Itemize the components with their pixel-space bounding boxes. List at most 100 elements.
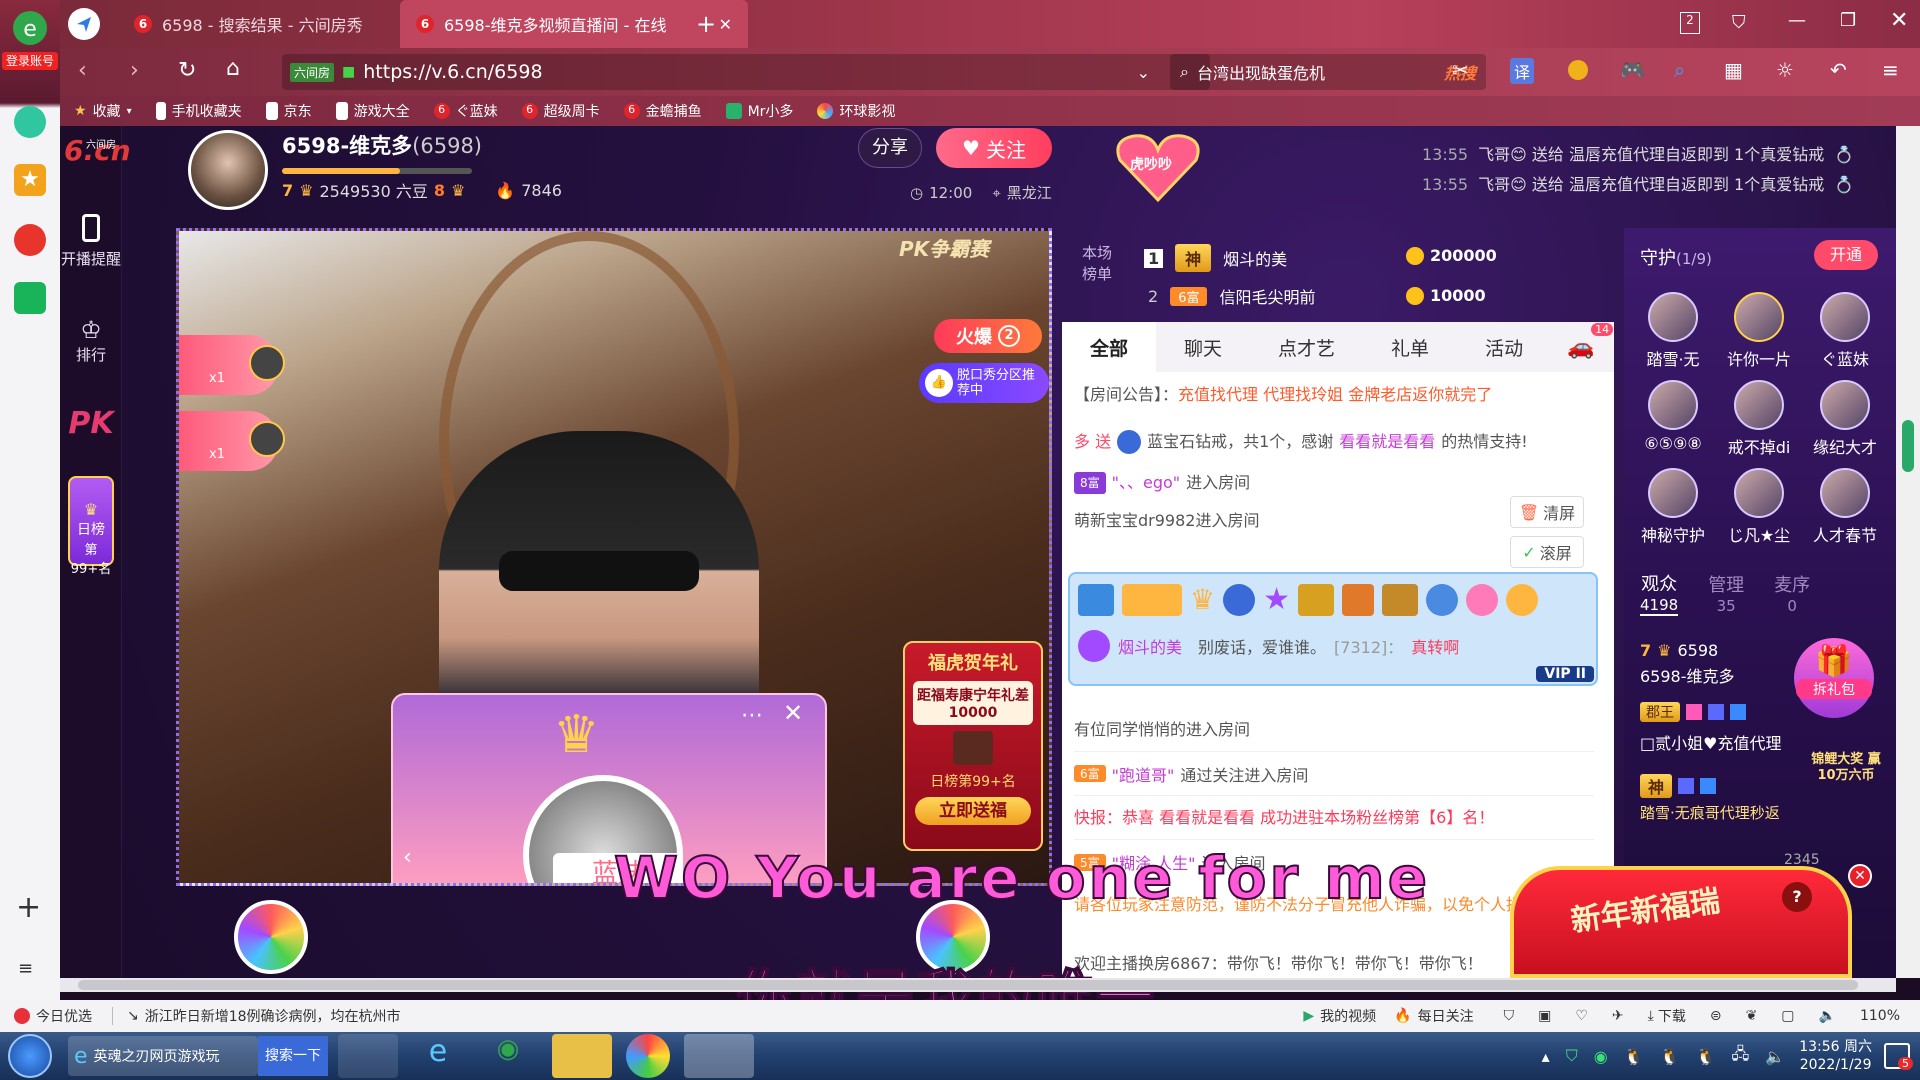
bookmark-mobile[interactable]: 手机收藏夹 [155, 101, 242, 121]
viewer-row[interactable]: 郡王 [1640, 702, 1746, 722]
search-button[interactable]: 搜索一下 [258, 1036, 328, 1076]
talk-show-badge[interactable]: 👍 脱口秀分区推荐中 [919, 363, 1049, 403]
volume-icon[interactable]: 🔈 [1765, 1047, 1785, 1066]
menu-icon[interactable]: ≡ [18, 958, 33, 979]
zoom-level[interactable]: 110% [1860, 1008, 1900, 1024]
news-ticker[interactable]: ↘ 浙江昨日新增18例确诊病例，均在杭州市 [127, 1006, 401, 1026]
close-window-icon[interactable]: ✕ [1890, 8, 1908, 33]
restore-icon[interactable]: ❐ [1840, 10, 1856, 31]
shield-icon[interactable]: ⛉ [1566, 1046, 1578, 1066]
url-field[interactable]: 六间房 ■ https://v.6.cn/6598 ⌄ [282, 54, 1210, 90]
tab-all[interactable]: 全部 [1062, 322, 1157, 372]
viewer-self[interactable]: 7 ♛ 6598 6598-维克多 [1640, 638, 1735, 690]
download-button[interactable]: ⤓ 下载 [1648, 1006, 1686, 1026]
gift-pack-button[interactable]: 🎁 拆礼包 [1794, 638, 1874, 718]
game-icon[interactable]: ⊜ [1710, 1008, 1722, 1024]
daily-rank-badge[interactable]: ♛ 日榜 第99+名 [68, 476, 114, 577]
more-icon[interactable]: ⋯ [741, 703, 763, 728]
taskbar-task[interactable]: e 英魂之刃网页游戏玩 [68, 1036, 258, 1076]
rank-row[interactable]: 1 神 烟斗的美 [1144, 244, 1287, 272]
ie-icon[interactable]: e [408, 1034, 468, 1078]
network-icon[interactable]: 🖧 [1731, 1043, 1749, 1070]
rank-row[interactable]: 2 6富 信阳毛尖明前 [1148, 284, 1315, 308]
home-icon[interactable]: ⌂ [226, 56, 240, 81]
scroll-thumb[interactable] [78, 980, 1858, 990]
auto-scroll-button[interactable]: ✓ 滚屏 [1510, 536, 1584, 568]
my-video-button[interactable]: ▶ 我的视频 [1303, 1006, 1376, 1026]
add-icon[interactable]: + [16, 890, 41, 925]
hot-badge[interactable]: 火爆 2 [934, 319, 1042, 353]
tab-admin[interactable]: 管理 35 [1708, 571, 1744, 615]
bookmark-games[interactable]: 游戏大全 [335, 101, 410, 121]
leaf-icon[interactable]: ❦ [1746, 1008, 1758, 1024]
start-button[interactable] [8, 1034, 52, 1078]
clear-screen-button[interactable]: 🗑 清屏 [1510, 496, 1584, 528]
app-icon[interactable] [684, 1034, 754, 1078]
horizontal-scrollbar[interactable] [60, 978, 1896, 992]
shirt-icon[interactable]: ⛉ [1732, 12, 1746, 33]
grid-icon[interactable]: ▦ [1724, 58, 1743, 82]
heart-icon[interactable]: ♡ [1575, 1008, 1588, 1024]
viewer-row[interactable]: 神 [1640, 774, 1717, 798]
qq-icon[interactable]: 🐧 [1660, 1047, 1680, 1066]
bookmark-mrxiaoduo[interactable]: Mr小多 [725, 101, 793, 121]
brightness-icon[interactable]: ☼ [1776, 58, 1794, 82]
share-button[interactable]: 分享 [858, 128, 922, 168]
rank-button[interactable]: ♔ 排行 [60, 316, 122, 365]
vertical-scrollbar[interactable] [1896, 126, 1920, 978]
fortune-banner[interactable]: 新年新福瑞 ? [1510, 866, 1852, 978]
live-remind-button[interactable]: 开播提醒 [60, 214, 122, 269]
qq-icon[interactable]: 🐧 [1696, 1047, 1716, 1066]
back-icon[interactable]: ‹ [78, 58, 87, 83]
k-app-icon[interactable] [338, 1034, 398, 1078]
mail-icon[interactable] [14, 282, 46, 314]
refresh-icon[interactable]: ↻ [178, 58, 196, 83]
guard-member[interactable]: 踏雪·无 [1630, 292, 1716, 380]
guard-member[interactable]: 许你一片 [1716, 292, 1802, 380]
close-icon[interactable]: ✕ [783, 699, 803, 727]
pk-button[interactable]: PK [60, 406, 122, 441]
app-icon-1[interactable] [14, 106, 46, 138]
image-icon[interactable]: ▣ [1538, 1008, 1551, 1024]
bookmark-lanmei[interactable]: 6 ぐ蓝妹 [433, 101, 498, 121]
rocket-icon[interactable]: ✈ [1612, 1008, 1624, 1024]
guard-member[interactable]: 缘纪大才 [1802, 380, 1888, 468]
chrome-icon[interactable] [626, 1034, 670, 1078]
tab-count-badge[interactable]: 2 [1680, 12, 1700, 34]
close-tab-icon[interactable]: ✕ [719, 15, 732, 34]
scissors-icon[interactable]: ✂ [1452, 58, 1469, 82]
qq-icon[interactable]: 🐧 [1624, 1047, 1644, 1066]
tray-up-icon[interactable]: ▴ [1542, 1047, 1550, 1066]
tab-mic-queue[interactable]: 麦序 0 [1774, 571, 1810, 615]
guard-member[interactable]: ⑥⑤⑨⑧ [1630, 380, 1716, 468]
minimize-icon[interactable]: — [1788, 10, 1806, 31]
browser-logo-icon[interactable]: e [6, 6, 54, 54]
gamepad-icon[interactable]: 🎮 [1620, 58, 1645, 82]
help-icon[interactable]: ? [1782, 882, 1812, 912]
magnifier-icon[interactable]: ⌕ [1674, 58, 1685, 82]
notification-icon[interactable]: 5 [1884, 1043, 1913, 1070]
tab-activity[interactable]: 活动 [1457, 322, 1551, 372]
tab-audience[interactable]: 观众 4198 [1640, 570, 1679, 616]
browser-icon[interactable]: ◉ [478, 1034, 538, 1078]
open-guard-button[interactable]: 开通 [1814, 240, 1878, 270]
shield-icon[interactable]: ⛉ [1504, 1008, 1515, 1024]
forward-icon[interactable]: › [130, 58, 139, 83]
bookmark-weekly[interactable]: 6 超级周卡 [521, 101, 600, 121]
tab-chat[interactable]: 聊天 [1156, 322, 1250, 372]
menu-icon[interactable]: ≡ [1882, 58, 1899, 82]
lucky-wheel-icon[interactable] [234, 900, 308, 974]
guard-member[interactable]: 神秘守护 [1630, 468, 1716, 556]
new-tab-button[interactable]: + [696, 10, 716, 38]
login-button[interactable]: 登录账号 [2, 52, 58, 70]
translate-icon[interactable]: 译 [1510, 58, 1535, 84]
video-player[interactable]: PK争霸赛 火爆 2 👍 脱口秀分区推荐中 x1 x1 福虎贺年礼 距福寿康宁年… [176, 228, 1052, 886]
tab-talent[interactable]: 点才艺 [1250, 322, 1363, 372]
coin-icon[interactable] [1568, 60, 1588, 80]
undo-icon[interactable]: ↶ [1830, 58, 1847, 82]
send-blessing-button[interactable]: 立即送福 [915, 797, 1031, 825]
follow-button[interactable]: ♥ 关注 [936, 128, 1052, 168]
tab-search-results[interactable]: 6 6598 - 搜索结果 - 六间房秀 [118, 0, 398, 48]
tab-gift-list[interactable]: 礼单 [1363, 322, 1457, 372]
car-icon[interactable]: 🚗 14 [1567, 322, 1614, 360]
